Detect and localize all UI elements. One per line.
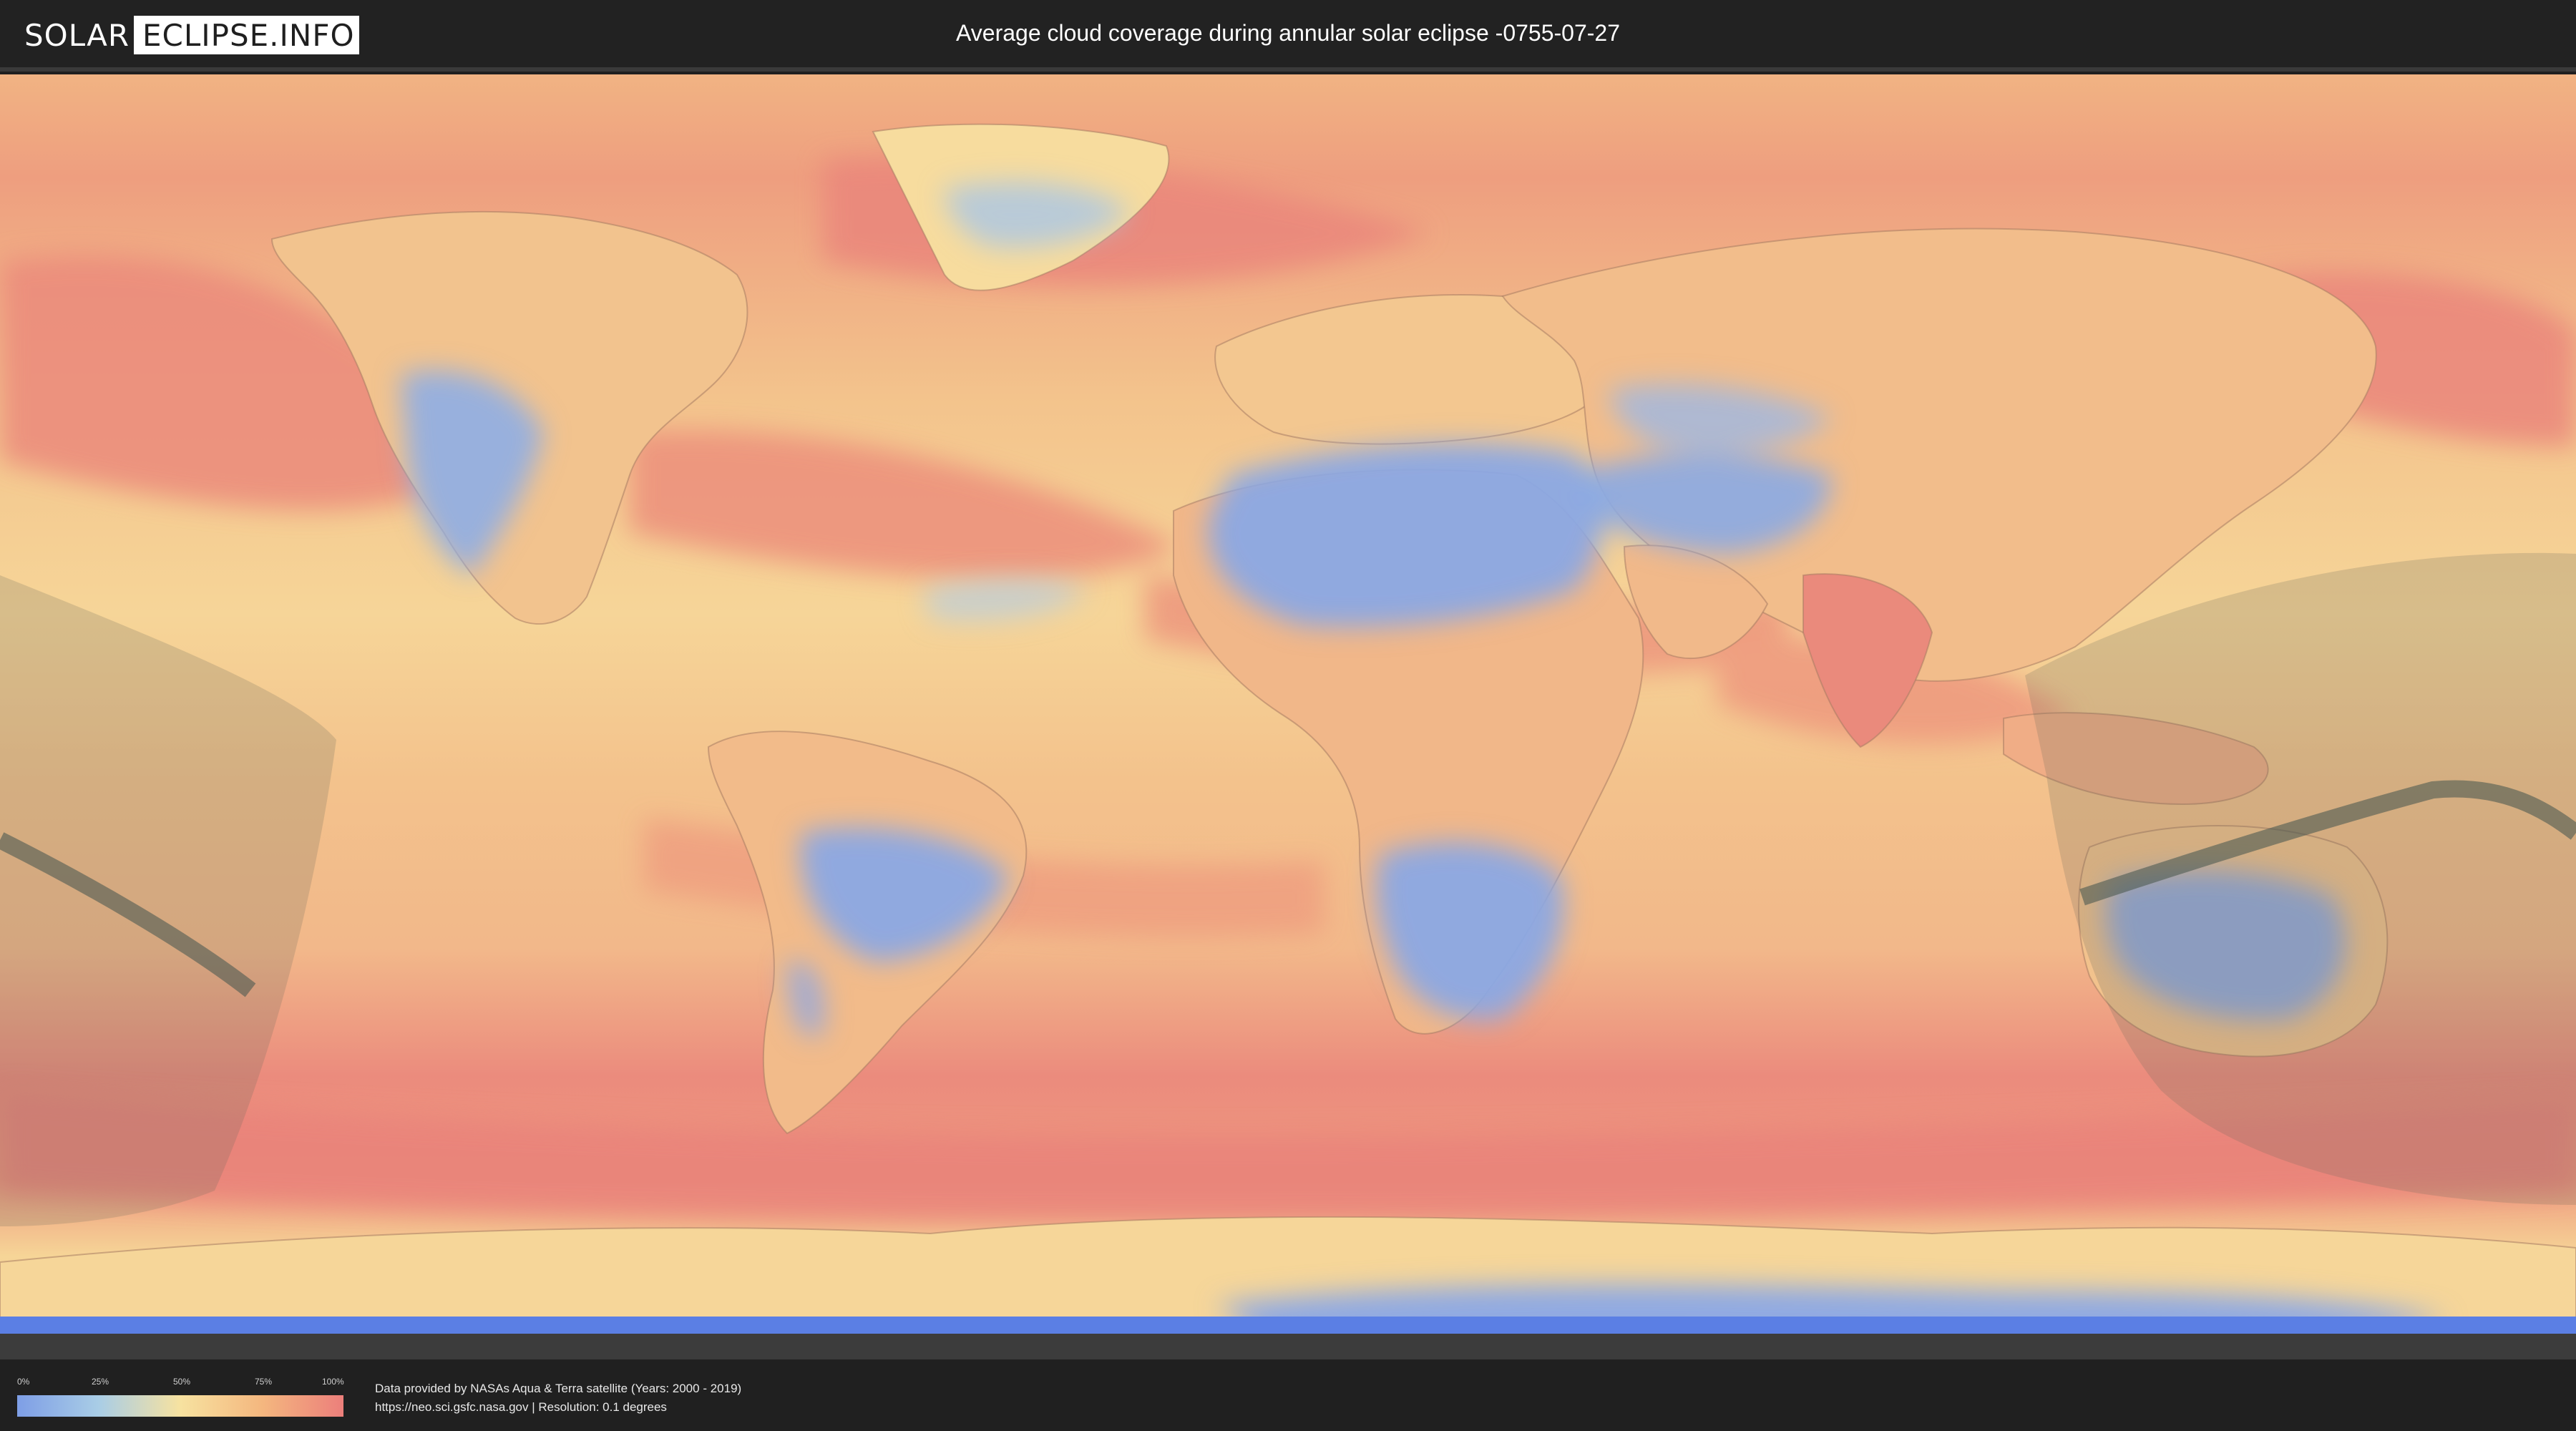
cloud-coverage-legend: 0% 25% 50% 75% 100% bbox=[17, 1377, 344, 1422]
legend-tick-100: 100% bbox=[322, 1377, 344, 1387]
legend-tick-0: 0% bbox=[17, 1377, 30, 1387]
legend-tick-25: 25% bbox=[92, 1377, 109, 1387]
world-map-svg bbox=[0, 74, 2576, 1359]
map-bottom-border bbox=[0, 1334, 2576, 1359]
legend-ticks: 0% 25% 50% 75% 100% bbox=[17, 1377, 344, 1391]
polar-strip bbox=[0, 1317, 2576, 1334]
credit-line-url[interactable]: https://neo.sci.gsfc.nasa.gov | Resoluti… bbox=[375, 1398, 741, 1417]
data-credits: Data provided by NASAs Aqua & Terra sate… bbox=[375, 1379, 741, 1417]
legend-tick-50: 50% bbox=[173, 1377, 191, 1387]
legend-tick-75: 75% bbox=[255, 1377, 273, 1387]
footer-bar: 0% 25% 50% 75% 100% Data provided by NAS… bbox=[0, 1359, 2576, 1431]
page-title: Average cloud coverage during annular so… bbox=[956, 20, 1620, 46]
legend-color-bar bbox=[17, 1395, 343, 1417]
credit-line-source: Data provided by NASAs Aqua & Terra sate… bbox=[375, 1382, 742, 1395]
header-bar: SOLAR ECLIPSE.INFO Average cloud coverag… bbox=[0, 0, 2576, 72]
cloud-coverage-map[interactable] bbox=[0, 74, 2576, 1359]
